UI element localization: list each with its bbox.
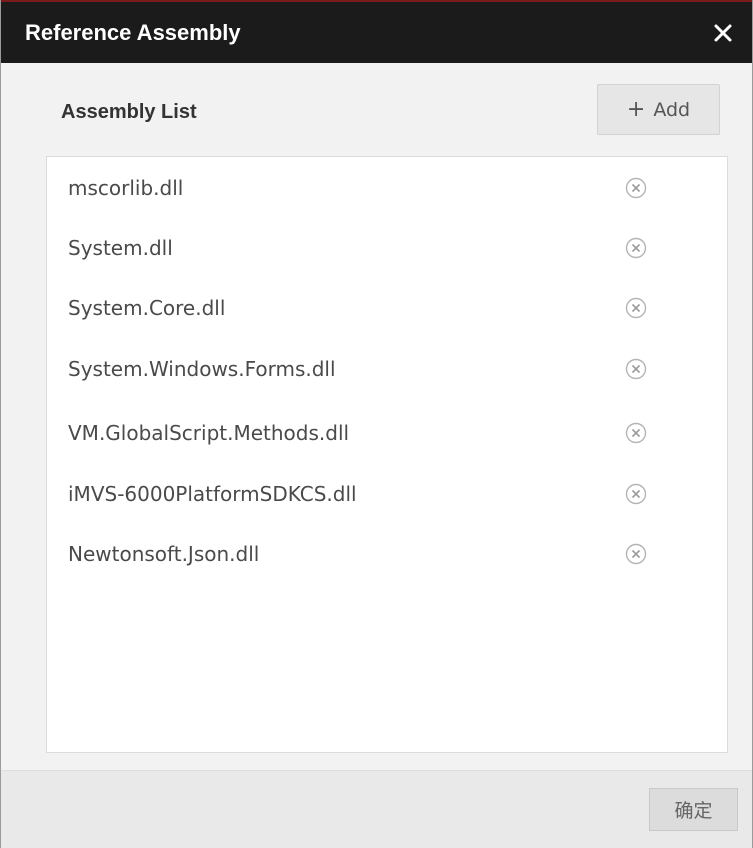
assembly-name: System.Core.dll	[68, 296, 226, 320]
assembly-name: System.dll	[68, 236, 173, 260]
reference-assembly-dialog: Reference Assembly Assembly List + Add m…	[0, 0, 753, 848]
close-button[interactable]	[708, 18, 738, 48]
dialog-footer: 确定	[1, 770, 752, 848]
add-button-label: Add	[653, 98, 691, 121]
add-assembly-button[interactable]: + Add	[597, 84, 720, 135]
remove-icon[interactable]	[624, 236, 648, 260]
list-item: Newtonsoft.Json.dll	[47, 525, 727, 583]
remove-icon[interactable]	[624, 357, 648, 381]
remove-icon[interactable]	[624, 482, 648, 506]
remove-icon[interactable]	[624, 296, 648, 320]
dialog-title: Reference Assembly	[25, 20, 241, 45]
assembly-name: mscorlib.dll	[68, 176, 184, 200]
list-item: System.dll	[47, 219, 727, 277]
assembly-name: Newtonsoft.Json.dll	[68, 542, 260, 566]
assembly-list-heading: Assembly List	[61, 101, 197, 123]
assembly-name: System.Windows.Forms.dll	[68, 357, 336, 381]
list-item: iMVS-6000PlatformSDKCS.dll	[47, 465, 727, 523]
close-icon	[714, 24, 732, 42]
remove-icon[interactable]	[624, 542, 648, 566]
assembly-list: mscorlib.dll System.dll System.Core.dll	[46, 156, 728, 753]
assembly-name: VM.GlobalScript.Methods.dll	[68, 421, 350, 445]
list-item: VM.GlobalScript.Methods.dll	[47, 404, 727, 462]
remove-icon[interactable]	[624, 421, 648, 445]
confirm-button[interactable]: 确定	[649, 788, 738, 831]
list-item: mscorlib.dll	[47, 159, 727, 217]
plus-icon: +	[626, 96, 646, 122]
remove-icon[interactable]	[624, 176, 648, 200]
title-bar: Reference Assembly	[1, 0, 752, 63]
assembly-name: iMVS-6000PlatformSDKCS.dll	[68, 482, 357, 506]
list-item: System.Core.dll	[47, 279, 727, 337]
list-item: System.Windows.Forms.dll	[47, 340, 727, 398]
